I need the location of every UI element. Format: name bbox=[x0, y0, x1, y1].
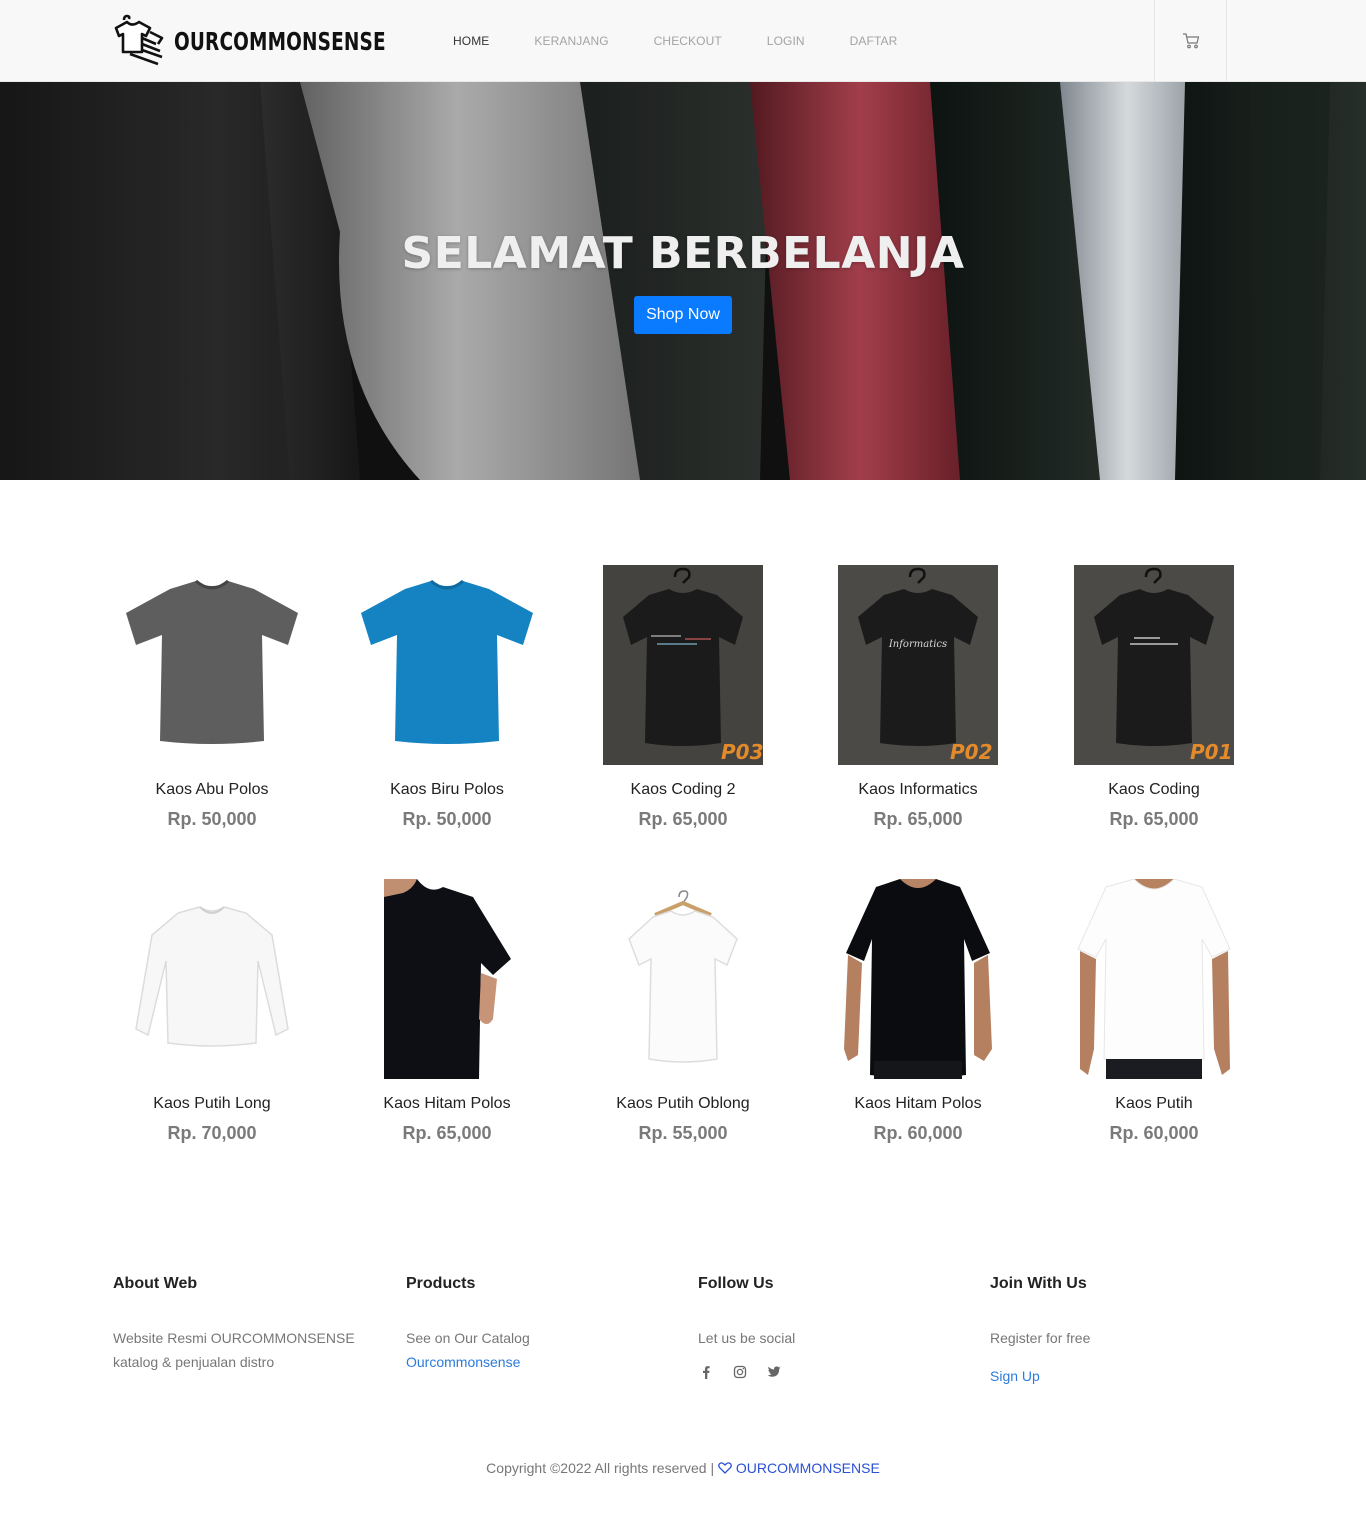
product-name[interactable]: Kaos Hitam Polos bbox=[818, 1094, 1018, 1114]
main-nav: HOME KERANJANG CHECKOUT LOGIN DAFTAR bbox=[453, 0, 942, 82]
copyright: Copyright ©2022 All rights reserved | OU… bbox=[0, 1460, 1366, 1476]
product-card[interactable]: Kaos Hitam Polos Rp. 65,000 bbox=[347, 879, 547, 1144]
tshirt-print-text: Informatics bbox=[888, 639, 947, 650]
nav-login[interactable]: LOGIN bbox=[767, 34, 805, 48]
product-price: Rp. 65,000 bbox=[873, 809, 963, 829]
cart-button[interactable] bbox=[1154, 0, 1227, 82]
product-name[interactable]: Kaos Putih Oblong bbox=[583, 1094, 783, 1114]
product-image[interactable] bbox=[112, 565, 312, 765]
footer-about: About Web Website Resmi OURCOMMONSENSE k… bbox=[113, 1274, 373, 1374]
nav-checkout[interactable]: CHECKOUT bbox=[654, 34, 722, 48]
product-price: Rp. 65,000 bbox=[1109, 809, 1199, 829]
logo-shirt-icon bbox=[114, 14, 164, 66]
product-name[interactable]: Kaos Coding bbox=[1054, 780, 1254, 800]
product-code-p03: P03 bbox=[721, 740, 763, 764]
hero-tshirts-image bbox=[0, 82, 1366, 480]
product-card[interactable]: P03 Kaos Coding 2 Rp. 65,000 bbox=[583, 565, 783, 830]
copyright-text: Copyright ©2022 All rights reserved | bbox=[486, 1460, 715, 1476]
product-image[interactable]: P01 bbox=[1054, 565, 1254, 765]
footer-products-title: Products bbox=[406, 1275, 476, 1292]
cart-icon bbox=[1182, 33, 1199, 49]
product-card[interactable]: Kaos Hitam Polos Rp. 60,000 bbox=[818, 879, 1018, 1144]
hero-title: SELAMAT BERBELANJA bbox=[401, 228, 965, 279]
product-price: Rp. 65,000 bbox=[402, 1123, 492, 1143]
product-card[interactable]: Kaos Putih Rp. 60,000 bbox=[1054, 879, 1254, 1144]
tshirt-grey-image bbox=[126, 579, 298, 744]
black-tshirt-model-closeup-image bbox=[384, 879, 512, 1079]
product-code-p01: P01 bbox=[1190, 740, 1233, 764]
product-image[interactable] bbox=[347, 879, 547, 1079]
product-code-p02: P02 bbox=[950, 740, 993, 764]
product-image[interactable] bbox=[112, 879, 312, 1079]
product-card[interactable]: Informatics P02 Kaos Informatics Rp. 65,… bbox=[818, 565, 1018, 830]
product-card[interactable]: Kaos Abu Polos Rp. 50,000 bbox=[112, 565, 312, 830]
product-image[interactable]: Informatics P02 bbox=[818, 565, 1018, 765]
product-card[interactable]: Kaos Putih Oblong Rp. 55,000 bbox=[583, 879, 783, 1144]
site-header: OURCOMMONSENSE HOME KERANJANG CHECKOUT L… bbox=[0, 0, 1366, 82]
tshirt-informatics-image: Informatics P02 bbox=[838, 565, 998, 765]
footer-products: Products See on Our Catalog Ourcommonsen… bbox=[406, 1274, 666, 1374]
white-tshirt-hanger-image bbox=[628, 890, 738, 1063]
instagram-icon[interactable] bbox=[732, 1364, 748, 1380]
product-name[interactable]: Kaos Putih Long bbox=[112, 1094, 312, 1114]
product-price: Rp. 60,000 bbox=[1109, 1123, 1199, 1143]
social-links bbox=[698, 1364, 958, 1380]
footer-join: Join With Us Register for free Sign Up bbox=[990, 1274, 1250, 1388]
product-name[interactable]: Kaos Putih bbox=[1054, 1094, 1254, 1114]
black-tshirt-model-image bbox=[844, 879, 992, 1079]
footer-about-title: About Web bbox=[113, 1275, 198, 1292]
product-price: Rp. 55,000 bbox=[638, 1123, 728, 1143]
product-name[interactable]: Kaos Abu Polos bbox=[112, 780, 312, 800]
twitter-icon[interactable] bbox=[766, 1364, 782, 1380]
facebook-icon[interactable] bbox=[698, 1364, 714, 1380]
footer-products-text: See on Our Catalog bbox=[406, 1330, 530, 1346]
product-image[interactable] bbox=[583, 879, 783, 1079]
product-card[interactable]: Kaos Putih Long Rp. 70,000 bbox=[112, 879, 312, 1144]
product-image[interactable] bbox=[1054, 879, 1254, 1079]
logo-text: OURCOMMONSENSE bbox=[174, 26, 386, 56]
product-card[interactable]: Kaos Biru Polos Rp. 50,000 bbox=[347, 565, 547, 830]
product-price: Rp. 50,000 bbox=[402, 809, 492, 829]
nav-daftar[interactable]: DAFTAR bbox=[850, 34, 898, 48]
white-tshirt-model-image bbox=[1077, 879, 1231, 1079]
white-longsleeve-image bbox=[135, 906, 289, 1047]
footer-join-text: Register for free bbox=[990, 1330, 1091, 1346]
product-image[interactable] bbox=[347, 565, 547, 765]
footer-about-line2: katalog & penjualan distro bbox=[113, 1354, 275, 1370]
site-logo[interactable]: OURCOMMONSENSE bbox=[112, 14, 460, 68]
tshirt-coding-image: P01 bbox=[1074, 565, 1234, 765]
tshirt-coding2-image: P03 bbox=[603, 565, 763, 765]
copyright-brand[interactable]: OURCOMMONSENSE bbox=[736, 1460, 880, 1476]
nav-home[interactable]: HOME bbox=[453, 34, 489, 48]
footer-follow: Follow Us Let us be social bbox=[698, 1274, 958, 1380]
copyright-brand-link[interactable]: OURCOMMONSENSE bbox=[718, 1460, 880, 1476]
shop-now-button[interactable]: Shop Now bbox=[634, 296, 732, 334]
product-price: Rp. 60,000 bbox=[873, 1123, 963, 1143]
sign-up-link[interactable]: Sign Up bbox=[990, 1364, 1040, 1388]
product-price: Rp. 70,000 bbox=[167, 1123, 257, 1143]
product-name[interactable]: Kaos Hitam Polos bbox=[347, 1094, 547, 1114]
product-price: Rp. 50,000 bbox=[167, 809, 257, 829]
footer-follow-title: Follow Us bbox=[698, 1275, 774, 1292]
tshirt-blue-image bbox=[361, 579, 533, 744]
footer-join-title: Join With Us bbox=[990, 1275, 1087, 1292]
product-name[interactable]: Kaos Informatics bbox=[818, 780, 1018, 800]
product-name[interactable]: Kaos Biru Polos bbox=[347, 780, 547, 800]
footer-catalog-link[interactable]: Ourcommonsense bbox=[406, 1350, 520, 1374]
product-name[interactable]: Kaos Coding 2 bbox=[583, 780, 783, 800]
footer-about-line1: Website Resmi OURCOMMONSENSE bbox=[113, 1330, 355, 1346]
product-image[interactable] bbox=[818, 879, 1018, 1079]
footer-follow-text: Let us be social bbox=[698, 1330, 796, 1346]
product-card[interactable]: P01 Kaos Coding Rp. 65,000 bbox=[1054, 565, 1254, 830]
hero-banner: SELAMAT BERBELANJA Shop Now bbox=[0, 82, 1366, 480]
nav-keranjang[interactable]: KERANJANG bbox=[534, 34, 608, 48]
product-image[interactable]: P03 bbox=[583, 565, 783, 765]
product-price: Rp. 65,000 bbox=[638, 809, 728, 829]
heart-icon bbox=[718, 1462, 732, 1474]
